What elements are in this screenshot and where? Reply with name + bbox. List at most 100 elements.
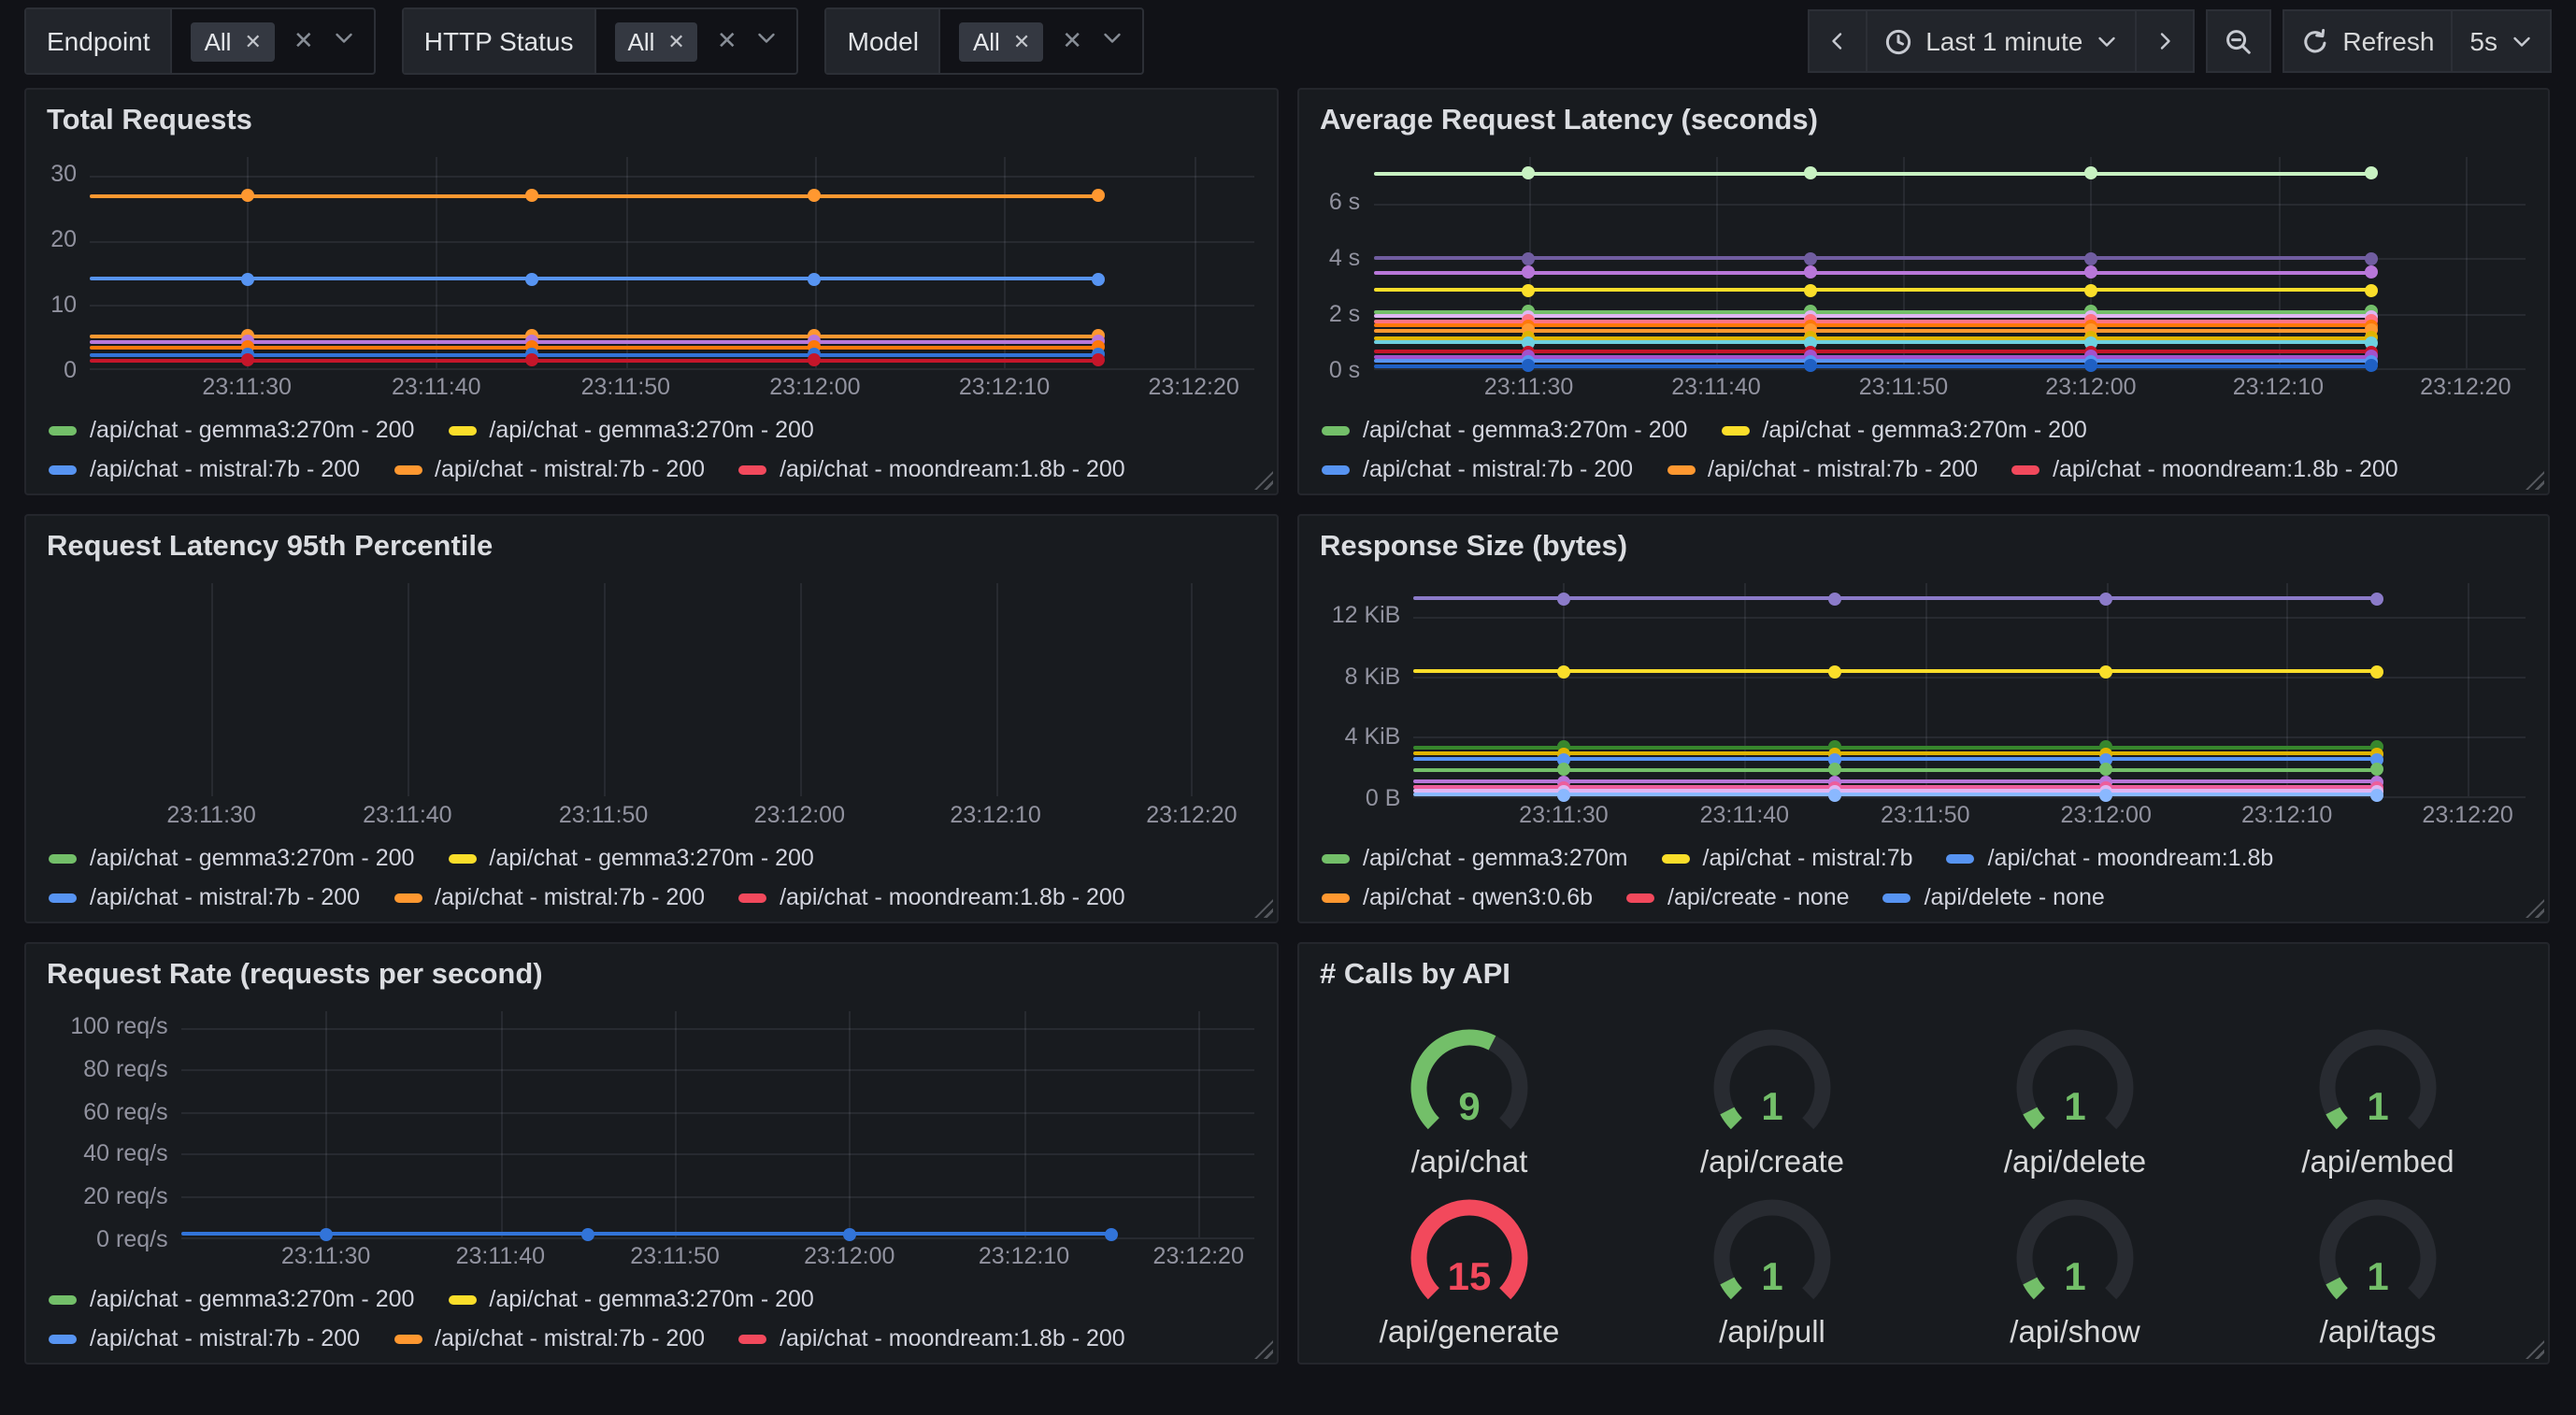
legend-label: /api/chat - gemma3:270m - 200: [90, 1286, 414, 1312]
clear-filter-icon[interactable]: ✕: [1062, 26, 1082, 56]
legend-marker: [448, 425, 476, 435]
chevron-down-icon: [2096, 30, 2118, 52]
legend-item[interactable]: /api/chat - mistral:7b: [1662, 845, 1913, 871]
legend-item[interactable]: /api/chat - gemma3:270m: [1322, 845, 1628, 871]
time-shift-forward-button[interactable]: [2137, 9, 2195, 73]
clear-filter-icon[interactable]: ✕: [717, 26, 737, 56]
x-axis-label: 23:11:40: [392, 374, 480, 400]
y-axis-label: 20 req/s: [45, 1181, 168, 1211]
legend-item[interactable]: /api/chat - moondream:1.8b - 200: [738, 456, 1125, 482]
legend-marker: [49, 1294, 77, 1304]
time-shift-back-button[interactable]: [1808, 9, 1868, 73]
time-range-button[interactable]: Last 1 minute: [1868, 9, 2137, 73]
zoom-out-icon: [2225, 27, 2253, 55]
legend-item[interactable]: /api/chat - gemma3:270m - 200: [1721, 417, 2086, 443]
legend-item[interactable]: /api/chat - gemma3:270m - 200: [49, 417, 414, 443]
legend-item[interactable]: /api/chat - gemma3:270m - 200: [49, 1286, 414, 1312]
y-axis-label: 40 req/s: [45, 1139, 168, 1169]
refresh-button[interactable]: Refresh: [2283, 9, 2453, 73]
data-point: [2370, 592, 2383, 605]
panel-title[interactable]: Average Request Latency (seconds): [1299, 90, 2548, 138]
plot-area-wrap: 0102030: [45, 153, 1258, 368]
remove-value-icon[interactable]: ✕: [1013, 29, 1030, 53]
legend-item[interactable]: /api/chat - moondream:1.8b - 200: [738, 1325, 1125, 1351]
panel-title[interactable]: Request Latency 95th Percentile: [26, 516, 1277, 565]
gauge-api-embed: 1/api/embed: [2226, 1011, 2529, 1181]
panel-title[interactable]: Request Rate (requests per second): [26, 944, 1277, 993]
legend-item[interactable]: /api/chat - moondream:1.8b: [1947, 845, 2274, 871]
legend-label: /api/chat - mistral:7b - 200: [435, 884, 705, 910]
legend-marker: [738, 1334, 766, 1343]
chevron-down-icon[interactable]: [756, 24, 779, 58]
data-point: [1803, 252, 1816, 265]
panel-title[interactable]: # Calls by API: [1299, 944, 2548, 993]
chevron-down-icon[interactable]: [333, 24, 355, 58]
x-axis-label: 23:11:50: [581, 374, 670, 400]
legend-label: /api/chat - moondream:1.8b: [1988, 845, 2274, 871]
legend-label: /api/chat - mistral:7b - 200: [1708, 456, 1978, 482]
legend-item[interactable]: /api/chat - qwen3:0.6b: [1322, 884, 1593, 910]
legend-item[interactable]: /api/chat - mistral:7b - 200: [394, 884, 705, 910]
plot-area: [1373, 157, 2526, 368]
x-axis-label: 23:11:50: [1881, 802, 1969, 828]
gauge-arc: 1: [1692, 1011, 1853, 1150]
legend-label: /api/chat - gemma3:270m: [1363, 845, 1628, 871]
legend: /api/chat - gemma3:270m - 200/api/chat -…: [45, 402, 1258, 482]
y-axis-label: 4 s: [1318, 244, 1360, 274]
gridline: [1744, 583, 1746, 796]
gauge-label: /api/create: [1700, 1146, 1844, 1181]
legend-item[interactable]: /api/chat - gemma3:270m - 200: [49, 845, 414, 871]
y-axis-label: 80 req/s: [45, 1054, 168, 1084]
legend-item[interactable]: /api/chat - mistral:7b - 200: [394, 1325, 705, 1351]
legend-marker: [1883, 893, 1911, 902]
legend-row: /api/chat - gemma3:270m - 200/api/chat -…: [1322, 417, 2529, 443]
chevron-down-icon[interactable]: [1101, 24, 1123, 58]
legend-item[interactable]: /api/chat - mistral:7b - 200: [49, 1325, 360, 1351]
legend-item[interactable]: /api/chat - gemma3:270m - 200: [448, 417, 813, 443]
legend-item[interactable]: /api/chat - gemma3:270m - 200: [448, 845, 813, 871]
legend-marker: [1322, 425, 1350, 435]
legend-item[interactable]: /api/chat - mistral:7b - 200: [1322, 456, 1633, 482]
legend-item[interactable]: /api/chat - gemma3:270m - 200: [1322, 417, 1687, 443]
panel-title[interactable]: Response Size (bytes): [1299, 516, 2548, 565]
dashboard-toolbar: EndpointAll✕✕HTTP StatusAll✕✕ModelAll✕✕ …: [24, 9, 2552, 73]
legend-item[interactable]: /api/chat - moondream:1.8b - 200: [2011, 456, 2398, 482]
filter-label: Model: [827, 9, 941, 73]
data-point: [1557, 764, 1570, 777]
legend-item[interactable]: /api/chat - mistral:7b - 200: [394, 456, 705, 482]
legend-marker: [1626, 893, 1654, 902]
clock-icon: [1884, 27, 1912, 55]
remove-value-icon[interactable]: ✕: [667, 29, 684, 53]
filter-chip-text: All: [205, 27, 232, 55]
data-point: [1803, 283, 1816, 296]
legend-item[interactable]: /api/delete - none: [1883, 884, 2105, 910]
legend-item[interactable]: /api/chat - mistral:7b - 200: [49, 884, 360, 910]
x-axis-label: 23:11:40: [456, 1243, 545, 1269]
filter-selected-chip[interactable]: All✕: [615, 21, 698, 61]
legend-item[interactable]: /api/create - none: [1626, 884, 1850, 910]
filter-value: All ✕ ✕: [173, 9, 374, 73]
data-point: [1803, 167, 1816, 180]
legend-label: /api/chat - gemma3:270m - 200: [489, 417, 813, 443]
legend-item[interactable]: /api/chat - moondream:1.8b - 200: [738, 884, 1125, 910]
gridline: [799, 583, 801, 796]
data-point: [1557, 592, 1570, 605]
legend-marker: [1947, 853, 1975, 863]
data-point: [2370, 665, 2383, 679]
refresh-icon: [2301, 27, 2329, 55]
gauge-value: 15: [1448, 1254, 1492, 1298]
filter-selected-chip[interactable]: All ✕: [192, 21, 275, 61]
legend-item[interactable]: /api/chat - mistral:7b - 200: [49, 456, 360, 482]
refresh-interval-button[interactable]: 5s: [2453, 9, 2552, 73]
chart-zone: 23:11:3023:11:4023:11:5023:12:0023:12:10…: [45, 579, 1258, 910]
zoom-out-button[interactable]: [2206, 9, 2271, 73]
data-point: [240, 189, 253, 202]
panel-title[interactable]: Total Requests: [26, 90, 1277, 138]
remove-value-icon[interactable]: ✕: [244, 29, 261, 53]
legend-item[interactable]: /api/chat - mistral:7b - 200: [1667, 456, 1978, 482]
filter-selected-chip[interactable]: All✕: [960, 21, 1043, 61]
x-axis-label: 23:12:20: [2420, 374, 2511, 400]
data-point: [524, 354, 537, 367]
clear-filter-icon[interactable]: ✕: [293, 26, 314, 56]
legend-item[interactable]: /api/chat - gemma3:270m - 200: [448, 1286, 813, 1312]
